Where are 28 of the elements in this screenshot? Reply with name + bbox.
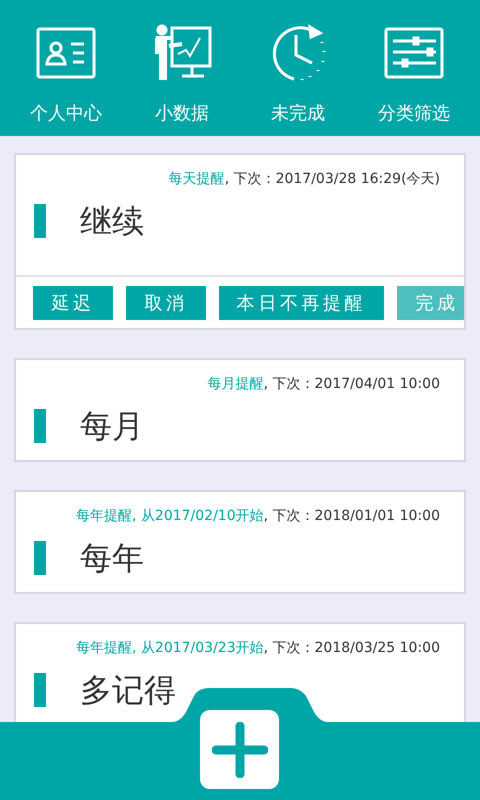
reminder-title: 每月 (80, 406, 144, 447)
nav-tab[interactable]: 未完成 (243, 24, 353, 136)
reminder-title: 继续 (80, 201, 144, 242)
sliders-icon (384, 27, 444, 79)
schedule-text: 每月提醒, 下次：2017/04/01 10:00 (208, 375, 440, 394)
plus-icon (212, 722, 268, 778)
reminder-card[interactable]: 每年提醒, 从2017/02/10开始, 下次：2018/01/01 10:00 每年 (14, 490, 466, 594)
accent-bar (34, 204, 46, 238)
action-button[interactable]: 取消 (126, 286, 206, 320)
action-button[interactable]: 本日不再提醒 (219, 286, 384, 320)
add-button[interactable] (200, 710, 279, 789)
id-card-icon (36, 27, 96, 79)
accent-bar (34, 409, 46, 443)
reminder-title: 多记得 (80, 670, 176, 711)
nav-tab[interactable]: 个人中心 (11, 24, 121, 136)
schedule-text: 每天提醒, 下次：2017/03/28 16:29(今天) (168, 170, 440, 189)
schedule-text: 每年提醒, 从2017/03/23开始, 下次：2018/03/25 10:00 (76, 639, 440, 658)
reminder-title: 每年 (80, 538, 144, 579)
action-button[interactable]: 完成 (397, 286, 464, 320)
presenter-chart-icon (152, 24, 212, 82)
reminder-card[interactable]: 每天提醒, 下次：2017/03/28 16:29(今天) 继续 延迟 取消 本日不再提醒 完成 (14, 153, 466, 330)
accent-bar (34, 541, 46, 575)
accent-bar (34, 673, 46, 707)
schedule-text: 每年提醒, 从2017/02/10开始, 下次：2018/01/01 10:00 (76, 507, 440, 526)
action-button[interactable]: 延迟 (33, 286, 113, 320)
nav-tab[interactable]: 小数据 (127, 24, 237, 136)
reminder-card[interactable]: 每月提醒, 下次：2017/04/01 10:00 每月 (14, 358, 466, 462)
nav-tab[interactable]: 分类筛选 (359, 24, 469, 136)
